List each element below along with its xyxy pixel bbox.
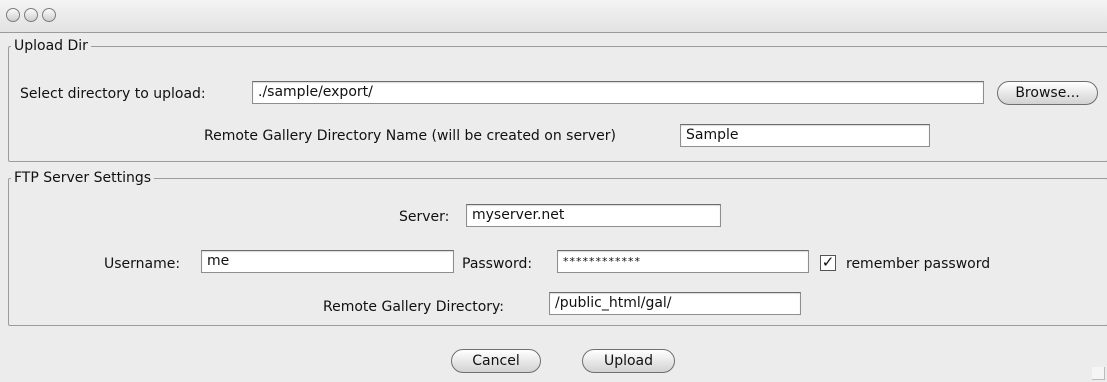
remote-gallery-directory-label: Remote Gallery Directory: bbox=[323, 299, 505, 315]
resize-grip-icon[interactable] bbox=[1092, 367, 1105, 380]
close-window-icon[interactable] bbox=[6, 8, 20, 22]
remember-password-label[interactable]: remember password bbox=[846, 256, 990, 272]
username-input[interactable]: me bbox=[201, 250, 454, 273]
upload-dir-legend: Upload Dir bbox=[14, 38, 88, 54]
select-directory-label: Select directory to upload: bbox=[20, 86, 206, 102]
cancel-button[interactable]: Cancel bbox=[451, 349, 541, 373]
directory-input[interactable]: ./sample/export/ bbox=[252, 81, 984, 104]
window-titlebar bbox=[0, 0, 1107, 33]
ftp-settings-legend: FTP Server Settings bbox=[14, 170, 152, 186]
remote-gallery-name-label: Remote Gallery Directory Name (will be c… bbox=[204, 128, 616, 144]
password-label: Password: bbox=[462, 256, 533, 272]
server-input[interactable]: myserver.net bbox=[466, 204, 721, 227]
server-label: Server: bbox=[399, 209, 450, 225]
username-label: Username: bbox=[104, 256, 181, 272]
password-input[interactable]: ************ bbox=[557, 250, 809, 273]
minimize-window-icon[interactable] bbox=[24, 8, 38, 22]
browse-button[interactable]: Browse... bbox=[997, 81, 1098, 105]
remote-gallery-directory-input[interactable]: /public_html/gal/ bbox=[549, 292, 801, 315]
remote-gallery-name-input[interactable]: Sample bbox=[680, 124, 930, 147]
remember-password-checkbox[interactable]: ✓ bbox=[820, 255, 836, 271]
zoom-window-icon[interactable] bbox=[42, 8, 56, 22]
upload-button[interactable]: Upload bbox=[582, 349, 675, 373]
